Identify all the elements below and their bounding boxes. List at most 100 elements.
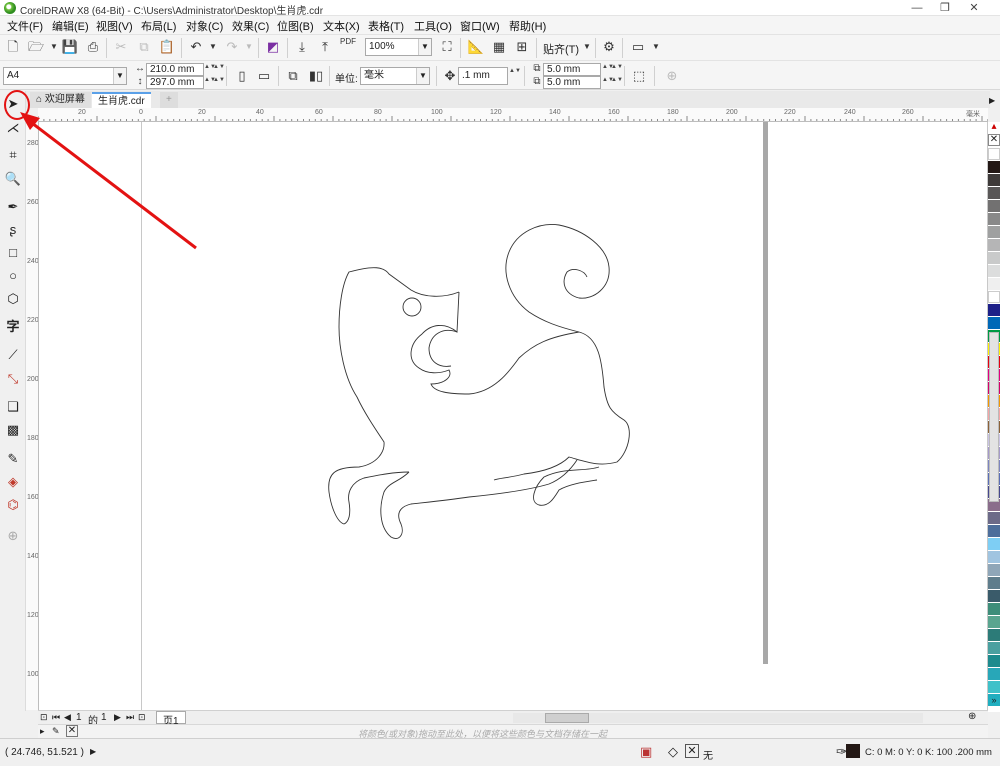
connector-tool-icon[interactable]: ⤡ <box>3 369 23 389</box>
insert-page-after-icon[interactable]: ⊡ <box>138 712 146 723</box>
duplicate-x-input[interactable]: 5.0 mm <box>543 63 601 76</box>
color-swatch[interactable] <box>988 603 1000 616</box>
undo-dropdown-arrow-icon[interactable]: ▼ <box>203 37 223 57</box>
current-page-icon[interactable]: ▮▯ <box>306 66 326 86</box>
document-color-profile-icon[interactable]: ▣ <box>640 744 652 760</box>
menu-file[interactable]: 文件(F) <box>7 18 43 34</box>
color-swatch[interactable] <box>988 551 1000 564</box>
color-swatch[interactable] <box>988 174 1000 187</box>
copy-icon[interactable]: ⧉ <box>134 37 154 57</box>
text-tool-icon[interactable]: 字 <box>3 317 23 337</box>
nudge-spinner[interactable]: ▲▼ <box>509 67 521 83</box>
eyedropper-tool-icon[interactable]: ✎ <box>3 449 23 469</box>
color-swatch[interactable] <box>988 668 1000 681</box>
color-swatch[interactable] <box>988 590 1000 603</box>
options-gear-icon[interactable]: ⚙ <box>599 37 619 57</box>
color-swatch[interactable] <box>988 265 1000 278</box>
menu-edit[interactable]: 编辑(E) <box>52 18 89 34</box>
new-tab-button[interactable]: + <box>160 92 178 108</box>
color-swatch[interactable] <box>988 200 1000 213</box>
no-color-swatch[interactable]: ✕ <box>988 134 1000 146</box>
color-swatch[interactable] <box>988 629 1000 642</box>
shape-tool-icon[interactable]: ⋌ <box>3 118 23 138</box>
drop-shadow-tool-icon[interactable]: ❑ <box>3 397 23 417</box>
artistic-media-tool-icon[interactable]: ʂ <box>3 220 23 240</box>
duplicate-x-spinner-alt[interactable]: ▲▼ <box>611 63 623 76</box>
export-pdf-icon[interactable]: PDF <box>338 37 358 57</box>
redo-dropdown-arrow-icon[interactable]: ▼ <box>239 37 259 57</box>
restore-button[interactable]: ❐ <box>933 0 957 16</box>
portrait-icon[interactable]: ▯ <box>232 66 252 86</box>
print-icon[interactable]: ⎙ <box>83 37 103 57</box>
new-document-icon[interactable]: 🗋 <box>3 37 23 57</box>
all-pages-icon[interactable]: ⧉ <box>283 66 303 86</box>
outline-color-swatch[interactable] <box>846 744 860 758</box>
page-frame-icon[interactable]: ⬚ <box>629 66 649 86</box>
units-select[interactable]: 毫米 ▼ <box>360 67 430 85</box>
color-swatch[interactable] <box>988 525 1000 538</box>
open-folder-icon[interactable]: 🗁 <box>26 37 46 57</box>
zoom-tool-icon[interactable]: 🔍 <box>3 169 23 189</box>
color-swatch[interactable] <box>988 226 1000 239</box>
crop-tool-icon[interactable]: ⌗ <box>3 145 23 165</box>
height-spinner[interactable]: ▲▼ <box>204 76 216 89</box>
show-grid-icon[interactable]: ▦ <box>489 37 509 57</box>
color-swatch[interactable] <box>988 252 1000 265</box>
show-guidelines-icon[interactable]: ⊞ <box>512 37 532 57</box>
width-spinner-alt[interactable]: ▲▼ <box>213 63 225 76</box>
first-page-icon[interactable]: ⏮ <box>52 712 60 723</box>
color-swatch[interactable] <box>988 538 1000 551</box>
color-swatch[interactable] <box>988 161 1000 174</box>
paste-icon[interactable]: 📋 <box>157 37 177 57</box>
color-swatch[interactable] <box>988 642 1000 655</box>
drawing-canvas[interactable] <box>39 122 987 710</box>
paper-size-select[interactable]: A4 ▼ <box>3 67 127 85</box>
rectangle-tool-icon[interactable]: □ <box>3 243 23 263</box>
color-swatch[interactable] <box>988 655 1000 668</box>
previous-page-icon[interactable]: ◀ <box>64 712 71 723</box>
zoom-magnifier-icon[interactable]: ⊕ <box>968 711 976 722</box>
page-tab-1[interactable]: 页1 <box>156 711 186 727</box>
menu-object[interactable]: 对象(C) <box>186 18 223 34</box>
import-icon[interactable]: ⤓ <box>292 37 312 57</box>
menu-tools[interactable]: 工具(O) <box>414 18 452 34</box>
palette-up-arrow-icon[interactable]: ▴ <box>988 122 1000 132</box>
color-swatch[interactable] <box>988 304 1000 317</box>
landscape-icon[interactable]: ▭ <box>254 66 274 86</box>
transparency-tool-icon[interactable]: ▩ <box>3 420 23 440</box>
export-icon[interactable]: ⤒ <box>315 37 335 57</box>
menu-help[interactable]: 帮助(H) <box>509 18 546 34</box>
fill-none-swatch[interactable]: ✕ <box>685 744 699 758</box>
freehand-tool-icon[interactable]: ✒ <box>3 197 23 217</box>
horizontal-scrollbar-thumb[interactable] <box>545 713 589 723</box>
ellipse-tool-icon[interactable]: ○ <box>3 266 23 286</box>
full-screen-icon[interactable]: ⛶ <box>437 37 457 57</box>
application-launcher-icon[interactable]: ▭ <box>628 37 648 57</box>
parallel-dimension-tool-icon[interactable]: ⟋ <box>3 345 23 365</box>
duplicate-x-spinner[interactable]: ▲▼ <box>602 63 614 76</box>
chevron-right-icon[interactable]: ▶ <box>989 96 995 105</box>
snap-to-menu[interactable]: 贴齐(T) <box>543 41 579 57</box>
height-spinner-alt[interactable]: ▲▼ <box>213 76 225 89</box>
next-page-icon[interactable]: ▶ <box>114 712 121 723</box>
launcher-dropdown-arrow-icon[interactable]: ▼ <box>646 37 666 57</box>
eyedropper-icon[interactable]: ✎ <box>52 726 60 737</box>
palette-scrollbar-thumb[interactable] <box>989 332 999 502</box>
no-color-swatch[interactable]: ✕ <box>66 725 78 737</box>
polygon-tool-icon[interactable]: ⬡ <box>3 289 23 309</box>
vertical-ruler[interactable]: 280 260 240 220 200 180 160 140 120 100 <box>26 122 39 710</box>
snap-dropdown-arrow-icon[interactable]: ▼ <box>577 37 597 57</box>
save-icon[interactable]: 💾 <box>60 37 80 57</box>
menu-table[interactable]: 表格(T) <box>368 18 404 34</box>
color-swatch[interactable] <box>988 291 1000 304</box>
interactive-fill-tool-icon[interactable]: ◈ <box>3 472 23 492</box>
color-swatch[interactable] <box>988 213 1000 226</box>
duplicate-y-spinner[interactable]: ▲▼ <box>602 76 614 89</box>
menu-bitmap[interactable]: 位图(B) <box>277 18 314 34</box>
cut-icon[interactable]: ✂ <box>111 37 131 57</box>
add-tool-plus-icon[interactable]: ⊕ <box>3 526 23 546</box>
last-page-icon[interactable]: ⏭ <box>126 712 134 723</box>
color-swatch[interactable] <box>988 239 1000 252</box>
close-button[interactable]: ✕ <box>962 0 986 16</box>
color-swatch[interactable] <box>988 187 1000 200</box>
